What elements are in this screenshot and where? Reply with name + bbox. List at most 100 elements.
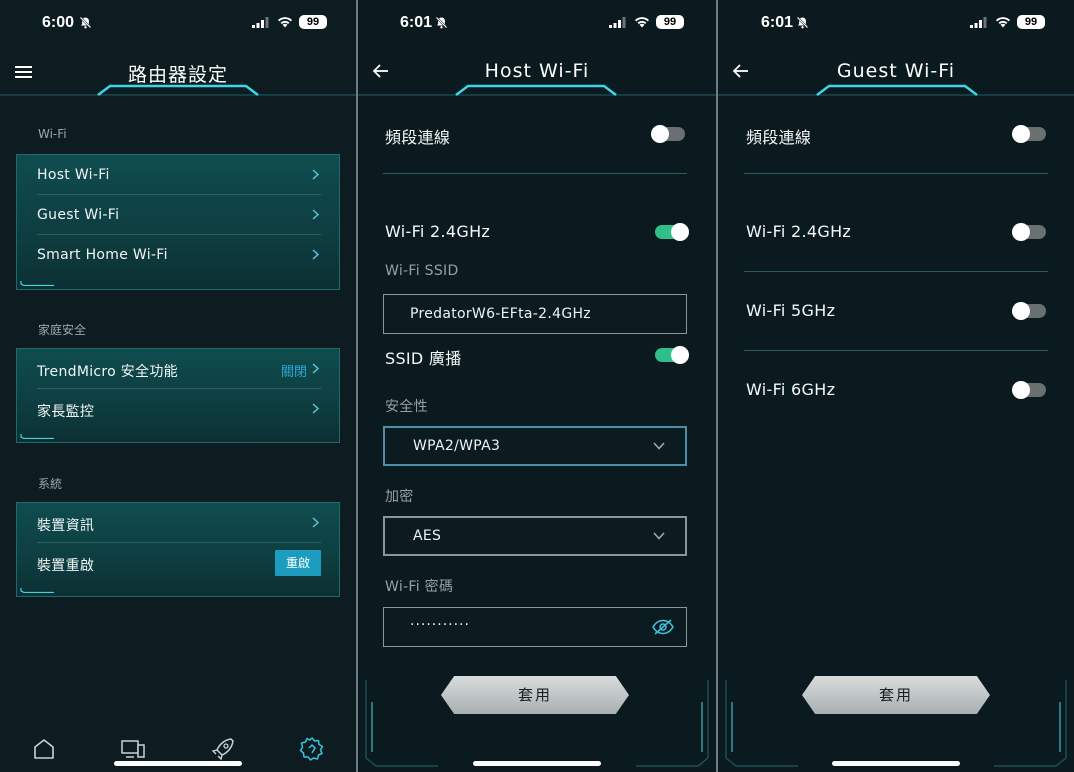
battery-indicator: 99 [656, 15, 684, 29]
wifi-signal-icon [635, 17, 649, 28]
page-title: 路由器設定 [127, 64, 228, 86]
cellular-signal-icon [970, 17, 987, 28]
encryption-value: AES [413, 528, 442, 544]
menu-item-device-reboot: 裝置重啟 重啟 [17, 543, 339, 583]
section-divider [744, 173, 1048, 174]
toggle-knob [651, 125, 669, 143]
menu-item-label: Smart Home Wi-Fi [37, 247, 168, 263]
password-input[interactable]: ··········· [383, 607, 687, 647]
menu-item-guest-wifi[interactable]: Guest Wi-Fi [17, 195, 339, 235]
section-label-system: 系統 [38, 477, 63, 491]
menu-item-host-wifi[interactable]: Host Wi-Fi [17, 155, 339, 195]
mute-bell-icon [79, 16, 92, 29]
header: Guest Wi-Fi [718, 46, 1074, 96]
chevron-right-icon [312, 517, 319, 528]
wifi-6ghz-label: Wi-Fi 6GHz [746, 380, 836, 399]
apply-bar: 套用 [718, 672, 1074, 772]
wifi-6ghz-toggle[interactable] [1012, 381, 1046, 399]
section-label-home-security: 家庭安全 [38, 323, 87, 337]
status-time: 6:01 [761, 14, 794, 31]
devices-icon[interactable] [120, 736, 146, 762]
bottom-nav [0, 712, 356, 772]
page-title: Host Wi-Fi [484, 60, 590, 82]
cellular-signal-icon [609, 17, 626, 28]
settings-gear-icon[interactable] [299, 736, 325, 762]
card-corner-deco [20, 434, 54, 439]
menu-item-parental-control[interactable]: 家長監控 [17, 389, 339, 429]
home-security-card: TrendMicro 安全功能 關閉 家長監控 [16, 348, 340, 443]
chevron-right-icon [312, 249, 319, 260]
row-divider [744, 271, 1048, 272]
chevron-right-icon [312, 169, 319, 180]
menu-item-label: Host Wi-Fi [37, 167, 110, 183]
wifi-5ghz-toggle[interactable] [1012, 302, 1046, 320]
card-corner-deco [20, 281, 54, 286]
router-settings-screen: 6:00 99 路由器設定 Wi-Fi Host Wi-Fi Guest Wi-… [0, 0, 356, 772]
wifi-signal-icon [278, 17, 292, 28]
band-steering-toggle[interactable] [651, 125, 685, 143]
row-divider [744, 350, 1048, 351]
page-title: Guest Wi-Fi [836, 60, 956, 82]
home-indicator [114, 761, 242, 766]
battery-indicator: 99 [299, 15, 327, 29]
trendmicro-status: 關閉 [280, 365, 307, 380]
chevron-right-icon [312, 363, 319, 374]
ssid-input[interactable]: PredatorW6-EFta-2.4GHz [383, 294, 687, 334]
apply-button[interactable]: 套用 [441, 676, 629, 714]
chevron-down-icon [653, 442, 665, 450]
wifi-24ghz-toggle[interactable] [655, 223, 689, 241]
menu-item-label: Guest Wi-Fi [37, 207, 120, 223]
toggle-knob [671, 346, 689, 364]
reboot-button[interactable]: 重啟 [275, 550, 321, 576]
chevron-right-icon [312, 209, 319, 220]
home-icon[interactable] [31, 736, 57, 762]
mute-bell-icon [796, 16, 809, 29]
menu-item-label: 裝置資訊 [37, 518, 95, 534]
header: Host Wi-Fi [358, 46, 716, 96]
menu-item-smart-home-wifi[interactable]: Smart Home Wi-Fi [17, 235, 339, 275]
host-wifi-screen: 6:01 99 Host Wi-Fi 頻段連線 Wi-Fi 2.4GHz Wi-… [358, 0, 716, 772]
eye-slash-icon[interactable] [652, 618, 674, 636]
chevron-down-icon [653, 532, 665, 540]
password-value: ··········· [410, 617, 470, 633]
toggle-knob [1012, 381, 1030, 399]
security-value: WPA2/WPA3 [413, 438, 501, 454]
menu-item-device-info[interactable]: 裝置資訊 [17, 503, 339, 543]
card-corner-deco [20, 588, 54, 593]
section-divider [383, 173, 687, 174]
wifi-24ghz-label: Wi-Fi 2.4GHz [746, 222, 852, 241]
cellular-signal-icon [252, 17, 269, 28]
password-label: Wi-Fi 密碼 [385, 579, 454, 595]
home-indicator [473, 761, 601, 766]
menu-item-label: TrendMicro 安全功能 [37, 364, 178, 380]
ssid-broadcast-toggle[interactable] [655, 346, 689, 364]
band-steering-label: 頻段連線 [746, 128, 812, 147]
apply-bar: 套用 [358, 672, 716, 772]
section-label-wifi: Wi-Fi [38, 127, 67, 141]
mute-bell-icon [435, 16, 448, 29]
ssid-value: PredatorW6-EFta-2.4GHz [410, 306, 591, 322]
status-bar: 6:01 99 [718, 0, 1074, 46]
band-steering-toggle[interactable] [1012, 125, 1046, 143]
status-time: 6:00 [42, 14, 75, 31]
band-steering-label: 頻段連線 [385, 128, 451, 147]
ssid-broadcast-label: SSID 廣播 [385, 349, 462, 368]
wifi-card: Host Wi-Fi Guest Wi-Fi Smart Home Wi-Fi [16, 154, 340, 290]
menu-item-trendmicro[interactable]: TrendMicro 安全功能 關閉 [17, 349, 339, 389]
wifi-signal-icon [996, 17, 1010, 28]
apply-button[interactable]: 套用 [802, 676, 990, 714]
encryption-label: 加密 [385, 489, 414, 505]
menu-item-label: 裝置重啟 [37, 558, 95, 574]
toggle-knob [1012, 125, 1030, 143]
wifi-5ghz-label: Wi-Fi 5GHz [746, 301, 836, 320]
rocket-icon[interactable] [210, 736, 236, 762]
encryption-select[interactable]: AES [383, 516, 687, 556]
home-indicator [832, 761, 960, 766]
security-select[interactable]: WPA2/WPA3 [383, 426, 687, 466]
status-bar: 6:01 99 [358, 0, 716, 46]
battery-indicator: 99 [1017, 15, 1045, 29]
toggle-knob [1012, 223, 1030, 241]
wifi-24ghz-toggle[interactable] [1012, 223, 1046, 241]
toggle-knob [671, 223, 689, 241]
status-time: 6:01 [400, 14, 433, 31]
